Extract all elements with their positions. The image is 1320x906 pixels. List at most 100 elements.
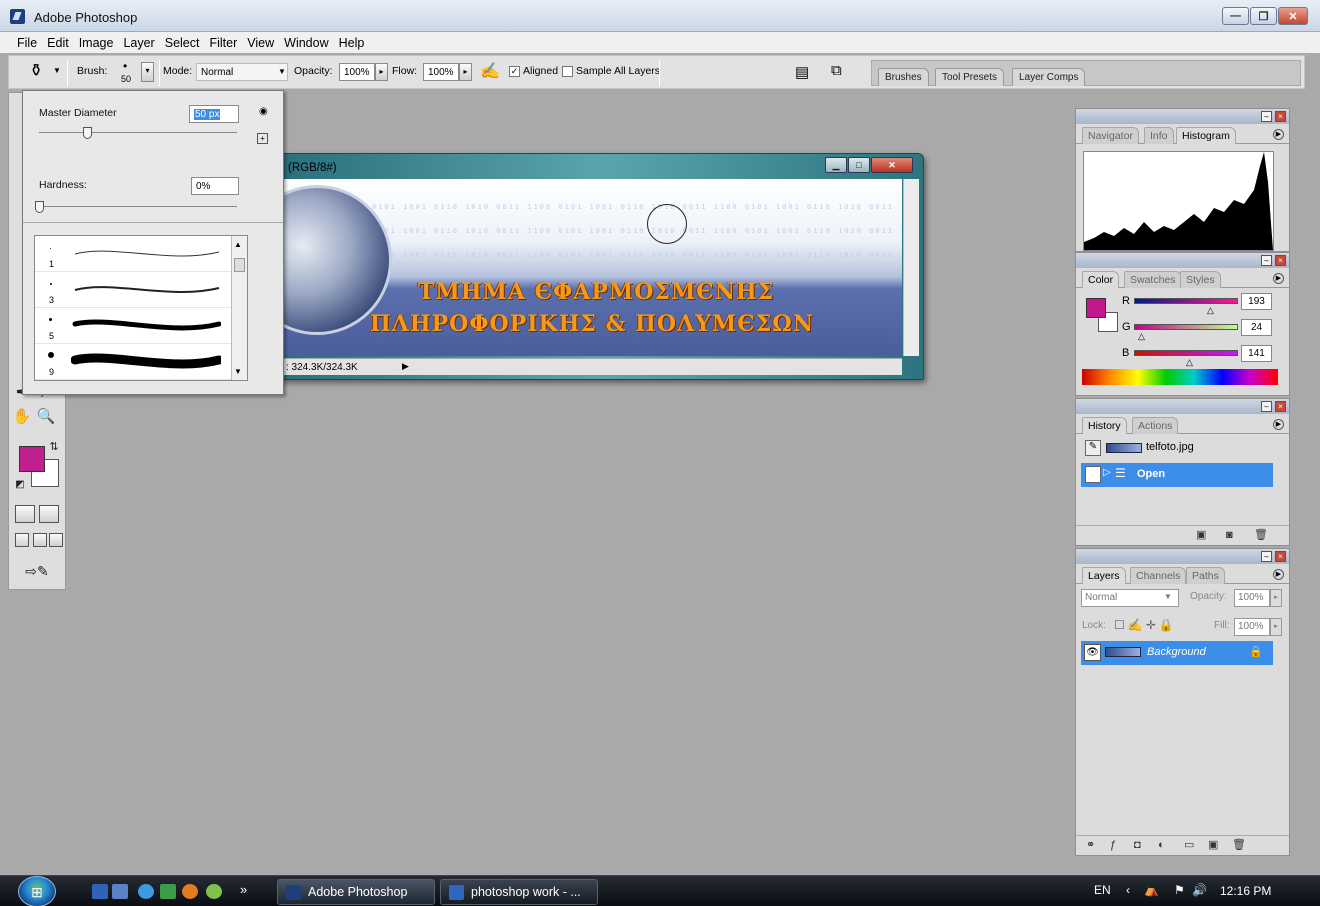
quick-mask-button[interactable] <box>39 505 59 523</box>
b-slider[interactable] <box>1134 350 1238 356</box>
menu-layer[interactable]: Layer <box>118 36 159 50</box>
visibility-eye-icon[interactable]: 👁 <box>1084 644 1101 661</box>
layer-style-icon[interactable]: ƒ <box>1110 839 1116 851</box>
screen-mode-standard-button[interactable] <box>15 533 29 547</box>
palette-menu-icon[interactable]: ▶ <box>1273 129 1284 140</box>
restore-button[interactable]: ❐ <box>1250 7 1277 25</box>
brush-preset-row[interactable]: 3 <box>35 272 232 308</box>
doc-maximize-button[interactable]: □ <box>848 157 870 173</box>
palette-minimize-icon[interactable]: – <box>1261 111 1272 122</box>
hardness-slider[interactable] <box>39 206 237 207</box>
menu-window[interactable]: Window <box>279 36 333 50</box>
status-menu-arrow-icon[interactable]: ▶ <box>402 361 409 372</box>
flow-slider-button[interactable]: ▸ <box>459 63 472 81</box>
quick-launch-chevron[interactable]: » <box>240 882 247 897</box>
tool-preset-dropdown-icon[interactable]: ▼ <box>53 66 61 75</box>
internet-explorer-icon[interactable] <box>138 884 154 899</box>
master-diameter-slider-knob[interactable] <box>83 127 92 139</box>
mode-select[interactable]: Normal <box>196 63 288 81</box>
layer-opacity-input[interactable]: 100% <box>1234 589 1270 607</box>
firefox-icon[interactable] <box>182 884 198 899</box>
palette-close-icon[interactable]: × <box>1275 255 1286 266</box>
security-tray-icon[interactable]: ⚑ <box>1174 883 1185 897</box>
palette-header[interactable]: – × <box>1076 399 1289 414</box>
imageready-icon[interactable]: ⧉ <box>831 62 842 79</box>
sample-all-layers-checkbox[interactable] <box>562 66 573 77</box>
clock[interactable]: 12:16 PM <box>1220 884 1271 898</box>
screen-mode-full-button[interactable] <box>49 533 63 547</box>
menu-select[interactable]: Select <box>160 36 205 50</box>
minimize-button[interactable]: — <box>1222 7 1249 25</box>
palette-close-icon[interactable]: × <box>1275 551 1286 562</box>
tab-history[interactable]: History <box>1082 417 1127 434</box>
menu-image[interactable]: Image <box>74 36 119 50</box>
opacity-slider-button[interactable]: ▸ <box>375 63 388 81</box>
brush-preset-row[interactable]: 1 <box>35 236 232 272</box>
adjustment-layer-icon[interactable]: ◐ <box>1158 839 1165 851</box>
well-tab-tool-presets[interactable]: Tool Presets <box>935 68 1005 86</box>
palette-close-icon[interactable]: × <box>1275 111 1286 122</box>
palette-menu-icon[interactable]: ▶ <box>1273 419 1284 430</box>
clone-stamp-tool-icon[interactable]: ⚱ <box>29 61 43 81</box>
show-desktop-icon[interactable] <box>92 884 108 899</box>
history-state[interactable]: ▷ ☰ Open <box>1081 463 1273 487</box>
r-value-input[interactable]: 193 <box>1241 293 1272 310</box>
foreground-color-swatch[interactable] <box>19 446 45 472</box>
hardness-input[interactable]: 0% <box>191 177 239 195</box>
add-mask-icon[interactable]: ◘ <box>1134 839 1141 851</box>
g-slider[interactable] <box>1134 324 1238 330</box>
image-canvas[interactable]: 0101 1001 0110 1010 0011 1100 0101 1001 … <box>282 179 902 356</box>
zoom-tool-icon[interactable]: 🔍 <box>35 407 57 427</box>
screen-mode-full-menu-button[interactable] <box>33 533 47 547</box>
brush-tip-icon[interactable]: • <box>123 59 127 73</box>
link-layers-icon[interactable]: ⚭ <box>1086 838 1095 851</box>
new-preset-icon[interactable]: + <box>257 133 268 144</box>
palette-menu-icon[interactable]: ▶ <box>1273 569 1284 580</box>
menu-view[interactable]: View <box>242 36 279 50</box>
flow-input[interactable]: 100% <box>423 63 459 81</box>
scroll-up-icon[interactable]: ▲ <box>234 240 242 249</box>
well-tab-layer-comps[interactable]: Layer Comps <box>1012 68 1086 86</box>
tab-styles[interactable]: Styles <box>1180 271 1221 288</box>
tray-expand-icon[interactable]: ‹ <box>1126 883 1130 897</box>
r-slider-knob-icon[interactable]: △ <box>1207 305 1214 316</box>
brush-list-scrollbar[interactable]: ▲ ▼ <box>231 236 247 380</box>
menu-edit[interactable]: Edit <box>42 36 74 50</box>
history-brush-source-icon[interactable]: ✎ <box>1085 440 1101 456</box>
scroll-down-icon[interactable]: ▼ <box>234 367 242 376</box>
color-foreground-swatch[interactable] <box>1086 298 1106 318</box>
switch-windows-icon[interactable] <box>112 884 128 899</box>
language-indicator[interactable]: EN <box>1094 883 1111 897</box>
volume-tray-icon[interactable]: 🔊 <box>1192 883 1207 897</box>
g-value-input[interactable]: 24 <box>1241 319 1272 336</box>
tab-paths[interactable]: Paths <box>1186 567 1225 584</box>
layer-opacity-slider-button[interactable]: ▸ <box>1270 589 1282 607</box>
swap-colors-icon[interactable]: ⇅ <box>43 437 65 457</box>
palette-minimize-icon[interactable]: – <box>1261 551 1272 562</box>
menu-file[interactable]: File <box>12 36 42 50</box>
doc-vertical-scrollbar[interactable] <box>903 179 919 356</box>
tab-layers[interactable]: Layers <box>1082 567 1126 584</box>
history-snapshot[interactable]: ✎ telfoto.jpg <box>1081 437 1273 461</box>
doc-close-button[interactable]: ✕ <box>871 157 913 173</box>
delete-layer-icon[interactable]: 🗑 <box>1232 838 1246 851</box>
menu-filter[interactable]: Filter <box>204 36 242 50</box>
trash-icon[interactable]: 🗑 <box>1254 528 1268 541</box>
tab-swatches[interactable]: Swatches <box>1124 271 1182 288</box>
palette-close-icon[interactable]: × <box>1275 401 1286 412</box>
media-player-icon[interactable] <box>206 884 222 899</box>
brush-preset-row[interactable]: 9 <box>35 344 232 380</box>
r-slider[interactable] <box>1134 298 1238 304</box>
palette-header[interactable]: – × <box>1076 549 1289 564</box>
fill-input[interactable]: 100% <box>1234 618 1270 636</box>
brush-menu-icon[interactable]: ◉ <box>259 106 268 117</box>
history-slider-icon[interactable]: ▷ <box>1103 467 1111 478</box>
tab-channels[interactable]: Channels <box>1130 567 1187 584</box>
palette-minimize-icon[interactable]: – <box>1261 255 1272 266</box>
tab-navigator[interactable]: Navigator <box>1082 127 1139 144</box>
hand-tool-icon[interactable]: ✋ <box>11 407 33 427</box>
tab-color[interactable]: Color <box>1082 271 1120 288</box>
default-colors-icon[interactable]: ◩ <box>9 475 31 495</box>
brush-picker-button[interactable]: ▾ <box>141 62 154 82</box>
new-group-icon[interactable]: ▭ <box>1184 838 1194 851</box>
